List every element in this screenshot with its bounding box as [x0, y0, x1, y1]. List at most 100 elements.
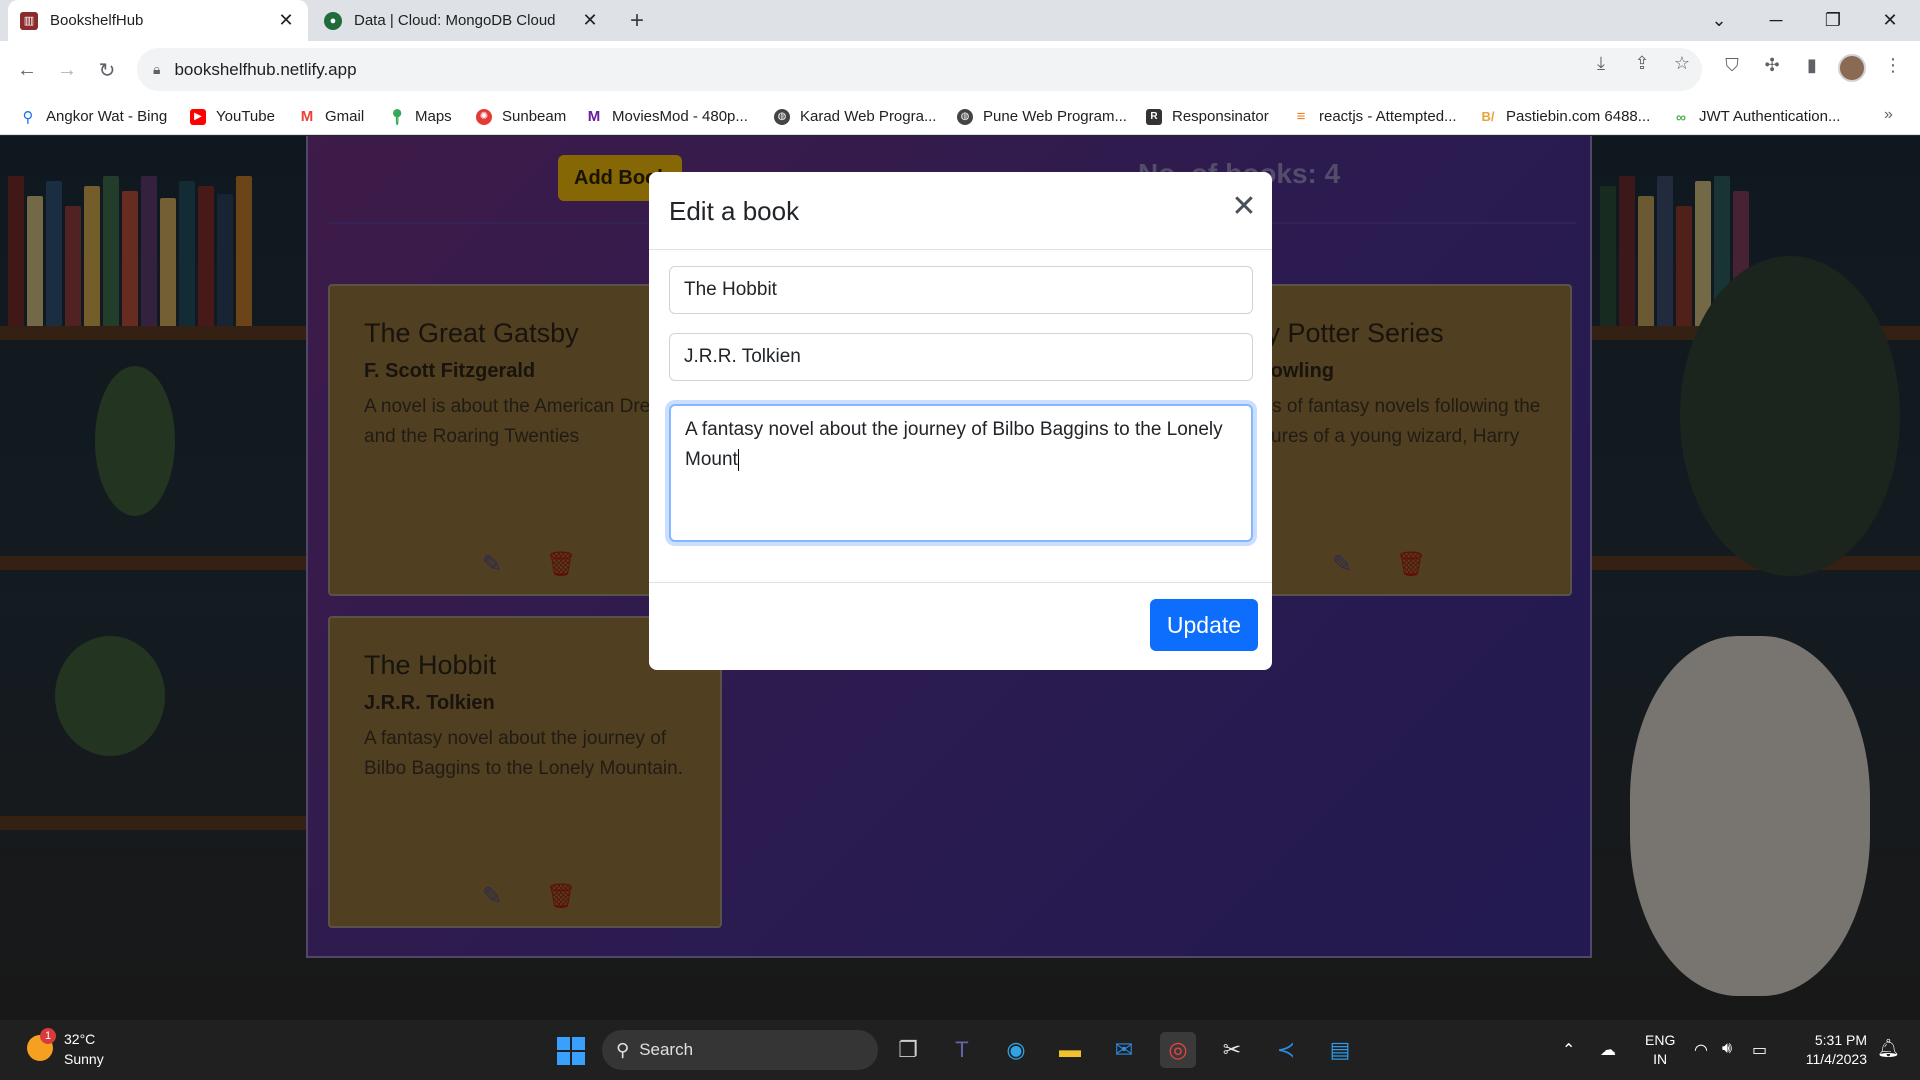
jwt-icon: ∞	[1676, 108, 1686, 125]
restore-button[interactable]: ❐	[1805, 0, 1861, 41]
address-bar[interactable]: 🔒︎ bookshelfhub.netlify.app	[137, 48, 1702, 91]
battery-icon[interactable]: ▭	[1752, 1040, 1767, 1060]
maps-pin-icon: 📍︎	[387, 108, 407, 126]
bookmark-item[interactable]: ≡ reactjs - Attempted...	[1293, 104, 1457, 129]
bookmark-label: Sunbeam	[502, 108, 567, 125]
mail-icon[interactable]: ✉	[1106, 1032, 1142, 1068]
url-text: bookshelfhub.netlify.app	[174, 59, 357, 79]
book-description-textarea[interactable]: A fantasy novel about the journey of Bil…	[669, 404, 1253, 542]
tab-search-chevron-icon[interactable]: ⌄	[1691, 0, 1747, 41]
bookmark-item[interactable]: M Gmail	[299, 104, 364, 129]
notepad-icon[interactable]: ▤	[1322, 1032, 1358, 1068]
bookmark-item[interactable]: ✺ Sunbeam	[476, 104, 566, 129]
chrome-icon[interactable]: ◎	[1160, 1032, 1196, 1068]
file-explorer-icon[interactable]: ▬	[1052, 1032, 1088, 1068]
tab-mongodb[interactable]: ● Data | Cloud: MongoDB Cloud ✕	[312, 0, 612, 41]
region-code: IN	[1653, 1051, 1668, 1067]
bookmark-item[interactable]: M MoviesMod - 480p...	[586, 104, 748, 129]
language-indicator[interactable]: ENG IN	[1645, 1031, 1675, 1069]
browser-tab-bar: ▥ BookshelfHub ✕ ● Data | Cloud: MongoDB…	[0, 0, 1920, 41]
task-view-icon[interactable]: ❐	[890, 1032, 926, 1068]
windows-taskbar: 1 32°C Sunny ⚲ Search ❐ T ◉ ▬ ✉ ◎ ✂ ≺ ▤ …	[0, 1020, 1920, 1080]
bookmark-label: reactjs - Attempted...	[1319, 108, 1457, 125]
tab-title: Data | Cloud: MongoDB Cloud	[354, 12, 556, 29]
menu-kebab-icon[interactable]: ⋮	[1880, 55, 1906, 76]
vscode-icon[interactable]: ≺	[1268, 1032, 1304, 1068]
teams-icon[interactable]: T	[944, 1032, 980, 1068]
pastiebin-icon: B/	[1481, 109, 1495, 124]
browser-toolbar: ← → ↻ 🔒︎ bookshelfhub.netlify.app ⤓ ⇪ ☆ …	[0, 41, 1920, 98]
forward-arrow-icon[interactable]: →	[52, 55, 82, 85]
gmail-icon: M	[300, 108, 314, 125]
bookmark-label: Pune Web Program...	[983, 108, 1127, 125]
sunbeam-icon: ✺	[476, 108, 492, 125]
windows-start-icon[interactable]	[557, 1037, 585, 1065]
description-text: A fantasy novel about the journey of Bil…	[685, 419, 1223, 470]
extension-shield-icon[interactable]: ⛉	[1719, 55, 1745, 76]
close-window-button[interactable]: ✕	[1862, 0, 1918, 41]
show-hidden-icons-chevron-icon[interactable]: ⌃	[1562, 1040, 1575, 1060]
bookmark-label: Gmail	[325, 108, 365, 125]
bookmarks-bar: ⚲ Angkor Wat - Bing ▶ YouTube M Gmail 📍︎ Map…	[0, 98, 1920, 135]
weather-condition: Sunny	[64, 1051, 104, 1067]
more-bookmarks-chevron-icon[interactable]: »	[1884, 106, 1893, 124]
bookmark-label: Pastiebin.com 6488...	[1506, 108, 1651, 125]
modal-header: Edit a book ✕	[649, 172, 1272, 250]
wifi-icon[interactable]: ◠	[1694, 1040, 1708, 1060]
bookmark-item[interactable]: ⚲ Angkor Wat - Bing	[20, 104, 168, 129]
mongodb-favicon-icon: ●	[324, 11, 342, 30]
profile-avatar[interactable]	[1838, 54, 1866, 82]
close-tab-icon[interactable]: ✕	[276, 10, 296, 31]
snipping-tool-icon[interactable]: ✂	[1214, 1032, 1250, 1068]
close-icon[interactable]: ✕	[1227, 190, 1261, 224]
responsinator-icon: R	[1146, 108, 1162, 125]
clock-time: 5:31 PM	[1814, 1032, 1867, 1048]
tab-title: BookshelfHub	[50, 12, 144, 29]
bookmark-item[interactable]: ∞ JWT Authentication...	[1673, 104, 1840, 129]
minimize-button[interactable]: ─	[1748, 0, 1804, 41]
side-panel-icon[interactable]: ▮	[1799, 55, 1825, 76]
search-icon: ⚲	[616, 1039, 630, 1060]
bookmark-item[interactable]: B/Pastiebin.com 6488...	[1480, 104, 1651, 129]
bookmark-item[interactable]: ◍ Karad Web Progra...	[774, 104, 936, 129]
stackoverflow-icon: ≡	[1296, 108, 1306, 125]
youtube-icon: ▶	[190, 108, 206, 125]
bookmark-item[interactable]: ▶ YouTube	[190, 104, 275, 129]
back-arrow-icon[interactable]: ←	[12, 55, 42, 85]
onedrive-cloud-icon[interactable]: ☁	[1600, 1040, 1616, 1060]
bookmark-item[interactable]: R Responsinator	[1146, 104, 1269, 129]
bookmark-item[interactable]: 📍︎ Maps	[387, 104, 451, 129]
weather-temperature: 32°C	[64, 1031, 96, 1047]
extensions-puzzle-icon[interactable]: ✣	[1759, 55, 1785, 76]
book-title-input[interactable]	[669, 266, 1253, 314]
modal-title: Edit a book	[669, 196, 800, 226]
bookmark-label: MoviesMod - 480p...	[612, 108, 748, 125]
install-app-icon[interactable]: ⤓	[1588, 53, 1614, 74]
search-icon: ⚲	[22, 108, 34, 126]
tab-bookshelfhub[interactable]: ▥ BookshelfHub ✕	[8, 0, 308, 41]
bookmark-label: YouTube	[216, 108, 275, 125]
bookmark-label: Karad Web Progra...	[800, 108, 937, 125]
reload-icon[interactable]: ↻	[92, 55, 122, 85]
bookmark-label: Responsinator	[1172, 108, 1269, 125]
update-button[interactable]: Update	[1150, 599, 1258, 651]
volume-icon[interactable]: 🔊︎	[1722, 1040, 1732, 1058]
clock[interactable]: 5:31 PM 11/4/2023	[1795, 1031, 1867, 1069]
new-tab-button[interactable]: +	[623, 7, 651, 35]
close-tab-icon[interactable]: ✕	[580, 10, 600, 31]
modal-footer: Update	[649, 582, 1272, 670]
share-icon[interactable]: ⇪	[1629, 53, 1655, 74]
bookshelfhub-favicon-icon: ▥	[20, 11, 38, 30]
bookmark-star-icon[interactable]: ☆	[1669, 53, 1695, 74]
bookmark-label: Angkor Wat - Bing	[46, 108, 168, 125]
bookmark-item[interactable]: ◍ Pune Web Program...	[957, 104, 1127, 129]
notification-bell-icon[interactable]: 🔔︎	[1877, 1038, 1900, 1059]
globe-icon: ◍	[774, 108, 790, 125]
globe-icon: ◍	[957, 108, 973, 125]
bookmark-label: JWT Authentication...	[1699, 108, 1841, 125]
lock-icon: 🔒︎	[153, 61, 161, 77]
taskbar-search[interactable]: ⚲ Search	[602, 1030, 878, 1070]
edge-icon[interactable]: ◉	[998, 1032, 1034, 1068]
clock-date: 11/4/2023	[1805, 1051, 1867, 1067]
book-author-input[interactable]	[669, 333, 1253, 381]
